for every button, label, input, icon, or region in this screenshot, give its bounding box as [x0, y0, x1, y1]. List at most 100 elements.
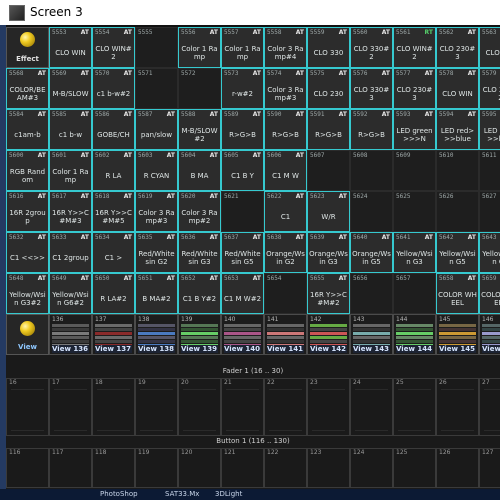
view-button[interactable]: 144 View 144	[393, 314, 436, 355]
view-button[interactable]: 139 View 139	[178, 314, 221, 355]
button-slot[interactable]: 117	[49, 448, 92, 488]
fader-slot[interactable]: 26	[436, 378, 479, 436]
executor-cell[interactable]: 5568 AT COLOR/BEAM#3	[6, 68, 49, 109]
view-button[interactable]: 145 View 145	[436, 314, 479, 355]
executor-cell[interactable]: 5659ATCOLOR WHEEL	[479, 273, 500, 314]
executor-cell[interactable]: 5556 AT Color 1 Ramp	[178, 27, 221, 68]
executor-cell[interactable]: 5575 AT CLO 230	[307, 68, 350, 109]
executor-cell[interactable]: 5632 AT C1 <<>>	[6, 232, 49, 273]
executor-cell[interactable]: 5560 AT CLO 330#2	[350, 27, 393, 68]
taskbar-item[interactable]: PhotoShop	[100, 490, 138, 498]
fader-slot[interactable]: 19	[135, 378, 178, 436]
executor-cell[interactable]: 5642 AT Yellow/Wsin G5	[436, 232, 479, 273]
view-button[interactable]: 146 View 146	[479, 314, 500, 355]
executor-cell-empty[interactable]: 5621	[221, 191, 264, 232]
executor-cell-empty[interactable]: 5625	[393, 191, 436, 232]
button-slot[interactable]: 124	[350, 448, 393, 488]
button-slot[interactable]: 122	[264, 448, 307, 488]
executor-cell[interactable]: 5559 AT CLO 330	[307, 27, 350, 68]
executor-cell-empty[interactable]: 5607	[307, 150, 350, 191]
executor-cell[interactable]: 5651 AT B MA#2	[135, 273, 178, 314]
executor-cell[interactable]: 5590 AT R>G>B	[264, 109, 307, 150]
executor-cell[interactable]: 5588 AT M-B/SLOW#2	[178, 109, 221, 150]
executor-cell[interactable]: 5623 AT W/R	[307, 191, 350, 232]
executor-cell-empty[interactable]: 5611	[479, 150, 500, 191]
executor-cell[interactable]: 5573 AT r-w#2	[221, 68, 264, 109]
executor-cell[interactable]: 5620 AT Color 3 Ramp#2	[178, 191, 221, 232]
view-button[interactable]: 137 View 137	[92, 314, 135, 355]
executor-cell[interactable]: 5589 AT R>G>B	[221, 109, 264, 150]
executor-cell[interactable]: 5658 AT COLOR WHEEL	[436, 273, 479, 314]
button-slot[interactable]: 125	[393, 448, 436, 488]
executor-cell[interactable]: 5577 AT CLO 230#3	[393, 68, 436, 109]
executor-cell[interactable]: 5638 AT Orange/Wsin G2	[264, 232, 307, 273]
button-slot[interactable]: 120	[178, 448, 221, 488]
fader-slot[interactable]: 25	[393, 378, 436, 436]
executor-cell-empty[interactable]: 5608	[350, 150, 393, 191]
view-button[interactable]: 136 View 136	[49, 314, 92, 355]
executor-cell[interactable]: 5639 AT Orange/Wsin G3	[307, 232, 350, 273]
executor-cell[interactable]: 5593 AT LED green>>>N	[393, 109, 436, 150]
view-executor-button[interactable]: View	[6, 314, 49, 355]
view-button[interactable]: 138 View 138	[135, 314, 178, 355]
view-button[interactable]: 143 View 143	[350, 314, 393, 355]
executor-cell[interactable]: 5640 AT Orange/Wsin G5	[350, 232, 393, 273]
executor-cell-empty[interactable]: 5610	[436, 150, 479, 191]
executor-cell[interactable]: 5563ATCLO 330	[479, 27, 500, 68]
executor-cell[interactable]: 5635 AT Red/White sin G2	[135, 232, 178, 273]
executor-cell[interactable]: 5595ATLED red>>>blue	[479, 109, 500, 150]
button-slot[interactable]: 118	[92, 448, 135, 488]
executor-cell[interactable]: 5600 AT RGB Random	[6, 150, 49, 191]
executor-cell[interactable]: 5653 AT C1 M W#2	[221, 273, 264, 314]
executor-cell[interactable]: 5643ATYellow/Wsin G2	[479, 232, 500, 273]
executor-cell[interactable]: 5648 AT Yellow/Wsin G3#2	[6, 273, 49, 314]
button-slot[interactable]: 116	[6, 448, 49, 488]
view-button[interactable]: 142 View 142	[307, 314, 350, 355]
executor-cell[interactable]: 5576 AT CLO 330#3	[350, 68, 393, 109]
executor-cell-empty[interactable]: 5626	[436, 191, 479, 232]
executor-cell[interactable]: 5622 AT C1	[264, 191, 307, 232]
executor-cell[interactable]: 5553 AT CLO WIN	[49, 27, 92, 68]
executor-cell[interactable]: 5618 AT 16R Y>>C#M#5	[92, 191, 135, 232]
fader-slot[interactable]: 18	[92, 378, 135, 436]
executor-cell[interactable]: 5585 AT c1 b-w	[49, 109, 92, 150]
fader-slot[interactable]: 21	[221, 378, 264, 436]
executor-cell[interactable]: 5574 AT Color 3 Ramp#3	[264, 68, 307, 109]
executor-cell[interactable]: 5616 AT 16R 2group	[6, 191, 49, 232]
executor-cell[interactable]: 5633 AT C1 2group	[49, 232, 92, 273]
executor-cell[interactable]: 5602 AT R LA	[92, 150, 135, 191]
executor-cell[interactable]: 5601 AT Color 1 Ramp	[49, 150, 92, 191]
executor-cell[interactable]: 5557 AT Color 1 Ramp	[221, 27, 264, 68]
executor-cell[interactable]: 5605 AT C1 B Y	[221, 150, 264, 191]
executor-cell[interactable]: 5562 AT CLO 230#3	[436, 27, 479, 68]
fader-slot[interactable]: 20	[178, 378, 221, 436]
view-button[interactable]: 140 View 140	[221, 314, 264, 355]
executor-cell[interactable]: 5641 AT Yellow/Wsin G3	[393, 232, 436, 273]
executor-cell[interactable]: 5578 AT CLO WIN	[436, 68, 479, 109]
executor-cell[interactable]: 5554 AT CLO WIN#2	[92, 27, 135, 68]
executor-cell-empty[interactable]: 5657	[393, 273, 436, 314]
executor-cell[interactable]: 5617 AT 16R Y>>C#M#3	[49, 191, 92, 232]
taskbar-item[interactable]: SAT33.Mx	[165, 490, 199, 498]
taskbar-item[interactable]: 3DLight	[215, 490, 242, 498]
executor-cell[interactable]: 5655 AT 16R Y>>C#M#2	[307, 273, 350, 314]
executor-cell[interactable]: 5606 AT C1 M W	[264, 150, 307, 191]
fader-slot[interactable]: 24	[350, 378, 393, 436]
executor-cell-empty[interactable]: 5571	[135, 68, 178, 109]
executor-cell-empty[interactable]: 5572	[178, 68, 221, 109]
executor-cell[interactable]: 5579ATCLO 230#2	[479, 68, 500, 109]
fader-slot[interactable]: 23	[307, 378, 350, 436]
executor-cell[interactable]: 5561 RT CLO WIN#2	[393, 27, 436, 68]
executor-cell[interactable]: 5584 AT c1am-b	[6, 109, 49, 150]
executor-cell-empty[interactable]: 5609	[393, 150, 436, 191]
fader-slot[interactable]: 27	[479, 378, 500, 436]
button-slot[interactable]: 121	[221, 448, 264, 488]
executor-cell[interactable]: 5594 AT LED red>>>blue	[436, 109, 479, 150]
executor-cell-empty[interactable]: 5654	[264, 273, 307, 314]
executor-cell[interactable]: 5634 AT C1 >	[92, 232, 135, 273]
executor-cell[interactable]: 5636 AT Red/White sin G3	[178, 232, 221, 273]
executor-cell[interactable]: 5570 AT c1 b-w#2	[92, 68, 135, 109]
fader-slot[interactable]: 16	[6, 378, 49, 436]
executor-cell-empty[interactable]: 5656	[350, 273, 393, 314]
button-slot[interactable]: 123	[307, 448, 350, 488]
